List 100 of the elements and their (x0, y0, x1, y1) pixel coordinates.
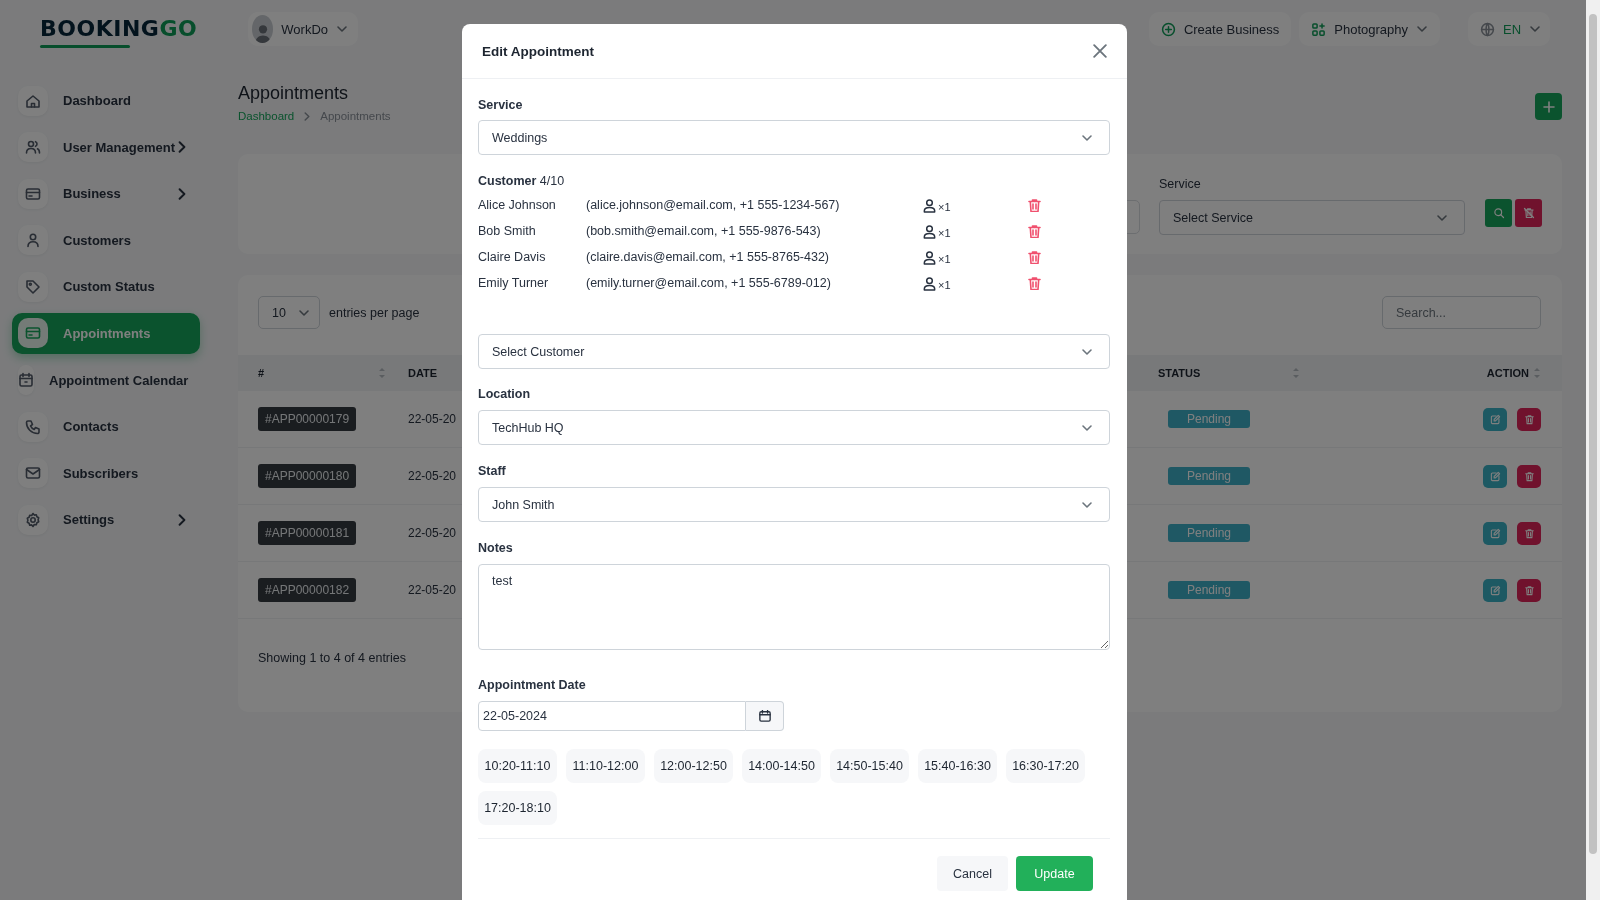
page-size-select[interactable]: 10 (258, 296, 320, 329)
customer-name: Alice Johnson (478, 198, 557, 212)
table-cell: 22-05-20 (408, 469, 457, 483)
card-icon (25, 185, 41, 202)
time-slot[interactable]: 10:20-11:10 (478, 749, 557, 783)
time-slot[interactable]: 14:00-14:50 (742, 749, 821, 783)
quantity-label: ×1 (938, 200, 951, 213)
add-button[interactable] (1535, 93, 1562, 120)
sidebar-item[interactable]: Business (12, 173, 200, 215)
service-select[interactable]: Select Service (1159, 200, 1465, 235)
customer-name: Claire Davis (478, 250, 547, 264)
sidebar-item[interactable]: Appointments (12, 312, 200, 354)
sidebar-item[interactable]: Customers (12, 219, 200, 261)
delete-button[interactable] (1517, 578, 1541, 602)
chevron-right-icon (304, 111, 311, 121)
status-badge: Pending (1168, 410, 1250, 428)
close-button[interactable] (1093, 44, 1107, 58)
plus-icon (1542, 100, 1555, 113)
customer-details: (bob.smith@email.com, +1 555-9876-543) (586, 224, 822, 238)
sidebar-item[interactable]: Appointment Calendar (12, 359, 200, 401)
column-header: STATUS (1158, 367, 1201, 379)
trash-icon[interactable] (1028, 276, 1041, 290)
sidebar-item[interactable]: User Management (12, 126, 200, 168)
time-slot[interactable]: 15:40-16:30 (918, 749, 997, 783)
column-header: # (258, 367, 265, 379)
calendar-button[interactable] (746, 701, 784, 731)
customer-select[interactable]: Select Customer (478, 334, 1110, 369)
sort-icon (1292, 367, 1300, 379)
time-slot[interactable]: 17:20-18:10 (478, 791, 557, 825)
close-icon (1093, 44, 1107, 58)
time-slot[interactable]: 14:50-15:40 (830, 749, 909, 783)
search-button[interactable] (1485, 199, 1512, 227)
scrollbar[interactable] (1586, 0, 1600, 900)
sidebar-item[interactable]: Contacts (12, 406, 200, 448)
user-icon (25, 232, 41, 249)
phone-icon (25, 418, 41, 435)
logo-text: BOOKING (40, 16, 160, 41)
status-badge: Pending (1168, 581, 1250, 599)
trash-icon (1523, 470, 1535, 482)
grid-plus-icon (1311, 21, 1327, 37)
service-select[interactable]: Weddings (478, 120, 1110, 155)
page-title: Appointments (238, 82, 349, 105)
cancel-button[interactable]: Cancel (937, 856, 1008, 891)
trash-icon (1523, 584, 1535, 596)
tag-icon (25, 278, 41, 295)
field-label: Notes (478, 540, 514, 557)
chevron-down-icon (1529, 23, 1542, 35)
trash-icon[interactable] (1028, 250, 1041, 264)
edit-button[interactable] (1483, 521, 1507, 545)
edit-button[interactable] (1483, 464, 1507, 488)
person-icon (922, 197, 937, 213)
delete-button[interactable] (1517, 407, 1541, 431)
time-slot[interactable]: 11:10-12:00 (566, 749, 645, 783)
notes-field[interactable]: test (478, 564, 1110, 650)
appointment-id-badge: #APP00000179 (258, 407, 357, 431)
location-select[interactable]: TechHub HQ (478, 410, 1110, 445)
entries-label: entries per page (329, 305, 420, 320)
edit-button[interactable] (1483, 407, 1507, 431)
sidebar-item[interactable]: Custom Status (12, 266, 200, 308)
field-label: Service (478, 97, 524, 114)
person-icon (922, 223, 937, 239)
edit-icon (1489, 470, 1501, 482)
edit-button[interactable] (1483, 578, 1507, 602)
edit-icon (1489, 527, 1501, 539)
chevron-down-icon (336, 23, 348, 35)
table-cell: 22-05-20 (408, 526, 457, 540)
quantity-label: ×1 (938, 226, 951, 239)
update-button[interactable]: Update (1016, 856, 1093, 891)
person-icon (922, 249, 937, 265)
create-business-button[interactable]: Create Business (1148, 12, 1292, 46)
quantity-label: ×1 (938, 252, 951, 265)
edit-icon (1489, 584, 1501, 596)
sidebar-item[interactable]: Dashboard (12, 80, 200, 121)
search-icon (1492, 207, 1505, 219)
language-selector[interactable]: EN (1468, 12, 1550, 46)
sidebar-item[interactable]: Settings (12, 499, 200, 541)
field-label: Location (478, 386, 532, 403)
logo-text-accent: GO (159, 16, 198, 41)
quantity-label: ×1 (938, 278, 951, 291)
edit-icon (1489, 413, 1501, 425)
staff-select[interactable]: John Smith (478, 487, 1110, 522)
delete-button[interactable] (1517, 464, 1541, 488)
globe-icon (1480, 21, 1495, 37)
trash-icon[interactable] (1028, 224, 1041, 238)
time-slot[interactable]: 16:30-17:20 (1006, 749, 1085, 783)
reset-filter-button[interactable] (1515, 199, 1542, 227)
field-label: Appointment Date (478, 677, 587, 694)
time-slot[interactable]: 12:00-12:50 (654, 749, 733, 783)
workspace-switcher[interactable]: WorkDo (248, 12, 358, 46)
table-cell: 22-05-20 (408, 583, 457, 597)
business-selector[interactable]: Photography (1299, 12, 1440, 46)
trash-icon (1523, 527, 1535, 539)
sidebar-item[interactable]: Subscribers (12, 452, 200, 494)
date-field[interactable]: 22-05-2024 (478, 701, 746, 731)
trash-icon (1523, 413, 1535, 425)
search-field[interactable]: Search... (1382, 296, 1541, 329)
customer-details: (claire.davis@email.com, +1 555-8765-432) (586, 250, 830, 264)
trash-icon[interactable] (1028, 198, 1041, 212)
delete-button[interactable] (1517, 521, 1541, 545)
column-header: DATE (408, 367, 438, 379)
